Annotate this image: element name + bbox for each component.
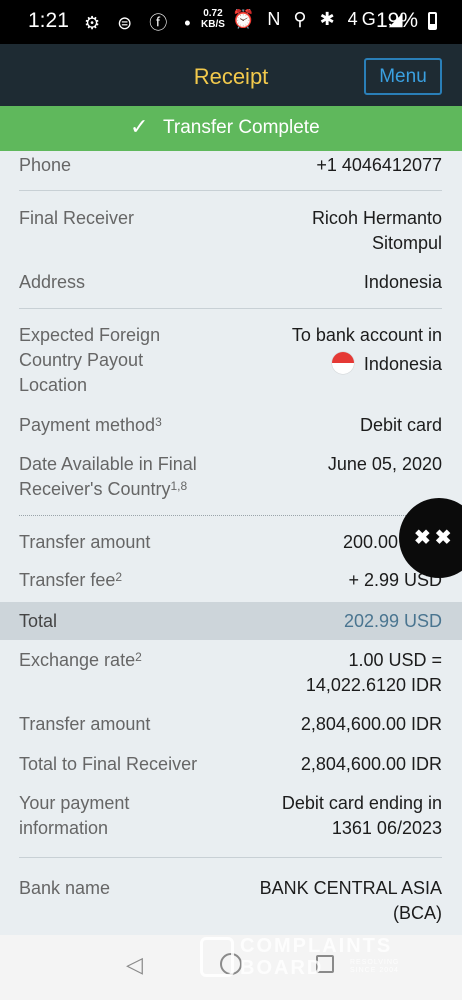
payment-info-value-line1: Debit card ending in [281,793,442,813]
payment-method-value: Debit card [359,415,442,435]
exchange-rate-line2: 14,022.6120 IDR [305,675,442,695]
row-date-available: Date Available in Final Receiver's Count… [19,452,442,502]
footnote-ref[interactable]: 2 [115,570,122,584]
row-payout-location: Expected Foreign Country Payout Location… [19,323,442,398]
row-bank-name: Bank name BANK CENTRAL ASIA (BCA) [19,876,442,926]
payment-method-label: Payment method3 [19,413,162,438]
payout-label-line2: Country Payout [19,350,144,370]
notification-icons: ⚙ ⊜ ⓕ • [84,13,197,33]
row-payment-info: Your payment information Debit card endi… [19,791,442,841]
final-receiver-line2: Sitompul [371,233,442,253]
indonesia-flag-icon [331,352,354,375]
bank-name-line1: BANK CENTRAL ASIA [259,878,442,898]
payout-label-line3: Location [19,375,88,395]
status-bar: 1:21 ⚙ ⊜ ⓕ • 0.72 KB/S ⏰ N ⚲ ✱ 4G ◢ 19% [0,0,462,44]
recent-apps-icon[interactable] [316,955,334,973]
phone-value: +1 4046412077 [316,155,442,175]
footnote-ref[interactable]: 2 [135,650,142,664]
banner-text: Transfer Complete [163,117,320,138]
total-label: Total [19,611,58,631]
exchange-rate-value: 1.00 USD = 14,022.6120 IDR [306,648,442,698]
payout-label-line1: Expected Foreign [19,325,161,345]
footnote-ref[interactable]: 3 [155,415,162,429]
bank-name-line2: (BCA) [393,903,442,923]
app-header: Receipt Menu [0,44,462,106]
date-label-line2: Receiver's Country [19,479,171,499]
transfer-fee-label: Transfer fee2 [19,568,122,593]
bank-name-value: BANK CENTRAL ASIA (BCA) [260,876,442,926]
payout-location-value: To bank account in Indonesia [292,323,442,377]
system-nav-bar: ◁ [0,935,462,1000]
divider [19,308,442,309]
payout-location-label: Expected Foreign Country Payout Location [19,323,160,398]
row-exchange-rate: Exchange rate2 1.00 USD = 14,022.6120 ID… [19,648,442,698]
network-speed-value: 0.72 [203,8,223,19]
exchange-rate-label: Exchange rate2 [19,648,142,673]
total-value: 202.99 USD [343,611,442,631]
date-available-label: Date Available in Final Receiver's Count… [19,452,197,502]
payment-info-label-line2: information [19,818,109,838]
home-icon[interactable] [220,953,242,975]
payment-info-value-line2: 1361 06/2023 [331,818,442,838]
payment-method-label-text: Payment method [19,415,156,435]
divider [19,515,442,516]
success-banner: ✓ Transfer Complete [0,106,462,151]
battery-percent: 19% [376,9,419,32]
payout-value-line1: To bank account in [291,325,442,345]
transfer-amount-idr-label: Transfer amount [19,714,151,734]
payment-info-label-line1: Your payment [19,793,130,813]
check-icon: ✓ [130,114,149,139]
divider [19,190,442,191]
payout-value-line2: Indonesia [363,354,442,374]
date-label-line1: Date Available in Final [19,454,197,474]
final-receiver-line1: Ricoh Hermanto [311,208,442,228]
exchange-rate-line1: 1.00 USD = [348,650,442,670]
payment-info-value: Debit card ending in 1361 06/2023 [282,791,442,841]
payment-info-label: Your payment information [19,791,129,841]
status-time: 1:21 [28,9,69,32]
phone-label: Phone [19,155,72,175]
transfer-fee-label-text: Transfer fee [19,570,116,590]
final-receiver-label: Final Receiver [19,208,135,228]
bank-name-label: Bank name [19,878,111,898]
address-label: Address [19,272,86,292]
total-to-receiver-value: 2,804,600.00 IDR [300,754,442,774]
date-available-value: June 05, 2020 [327,454,442,474]
address-value: Indonesia [363,272,442,292]
transfer-amount-value: 200.00 [342,532,398,552]
back-icon[interactable]: ◁ [126,952,143,978]
network-speed: 0.72 KB/S [201,8,225,30]
transfer-amount-label: Transfer amount [19,532,151,552]
total-to-receiver-label: Total to Final Receiver [19,754,198,774]
battery-icon [428,12,437,30]
marshmello-face-icon: ✖✖ [414,527,456,549]
footnote-ref[interactable]: 1,8 [171,479,188,493]
divider [19,857,442,858]
menu-button[interactable]: Menu [364,58,442,95]
receipt-details[interactable]: Phone +1 4046412077 Final Receiver Ricoh… [0,151,462,935]
transfer-amount-idr-value: 2,804,600.00 IDR [300,714,442,734]
row-final-receiver: Final Receiver Ricoh Hermanto Sitompul [19,206,442,256]
final-receiver-value: Ricoh Hermanto Sitompul [312,206,442,256]
network-speed-unit: KB/S [201,19,225,30]
exchange-rate-label-text: Exchange rate [19,650,136,670]
